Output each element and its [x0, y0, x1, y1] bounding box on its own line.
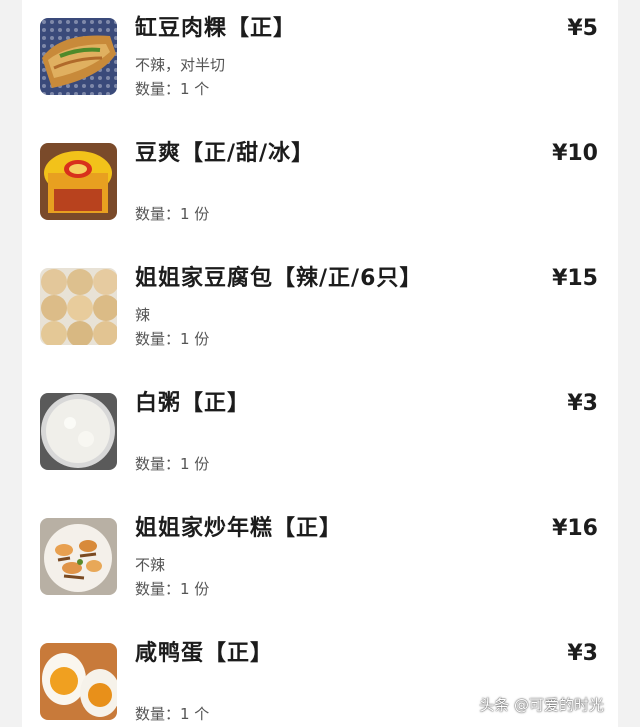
- fried-rice-cake-image: [40, 518, 117, 595]
- item-note: 不辣: [135, 556, 166, 574]
- item-name: 咸鸭蛋【正】: [135, 641, 274, 666]
- order-item[interactable]: 缸豆肉粿【正】 ¥5 不辣，对半切 数量：1 个: [22, 0, 618, 125]
- item-note: 不辣，对半切: [135, 56, 226, 74]
- item-name: 姐姐家炒年糕【正】: [135, 516, 343, 541]
- order-items-card: 缸豆肉粿【正】 ¥5 不辣，对半切 数量：1 个 豆爽【正/甜/冰】 ¥10 数…: [22, 0, 618, 727]
- item-price: ¥10: [552, 141, 598, 166]
- item-quantity: 数量：1 份: [135, 205, 210, 223]
- item-name: 豆爽【正/甜/冰】: [135, 141, 315, 166]
- item-price: ¥15: [552, 266, 598, 291]
- item-quantity: 数量：1 份: [135, 330, 210, 348]
- tofu-buns-image: [40, 268, 117, 345]
- item-name: 白粥【正】: [135, 391, 251, 416]
- order-item[interactable]: 白粥【正】 ¥3 数量：1 份: [22, 375, 618, 500]
- order-item[interactable]: 姐姐家豆腐包【辣/正/6只】 ¥15 辣 数量：1 份: [22, 250, 618, 375]
- item-quantity: 数量：1 份: [135, 580, 210, 598]
- dessert-cup-image: [40, 143, 117, 220]
- item-price: ¥16: [552, 516, 598, 541]
- order-item[interactable]: 豆爽【正/甜/冰】 ¥10 数量：1 份: [22, 125, 618, 250]
- item-price: ¥3: [567, 391, 598, 416]
- item-quantity: 数量：1 份: [135, 455, 210, 473]
- item-note: 辣: [135, 306, 151, 324]
- item-name: 姐姐家豆腐包【辣/正/6只】: [135, 266, 423, 291]
- watermark: 头条 @可爱的时光: [479, 696, 604, 714]
- item-quantity: 数量：1 个: [135, 80, 210, 98]
- order-item[interactable]: 姐姐家炒年糕【正】 ¥16 不辣 数量：1 份: [22, 500, 618, 625]
- item-price: ¥3: [567, 641, 598, 666]
- congee-bowl-image: [40, 393, 117, 470]
- item-name: 缸豆肉粿【正】: [135, 16, 297, 41]
- fried-pancake-image: [40, 18, 117, 95]
- item-price: ¥5: [567, 16, 598, 41]
- salted-egg-image: [40, 643, 117, 720]
- item-quantity: 数量：1 个: [135, 705, 210, 723]
